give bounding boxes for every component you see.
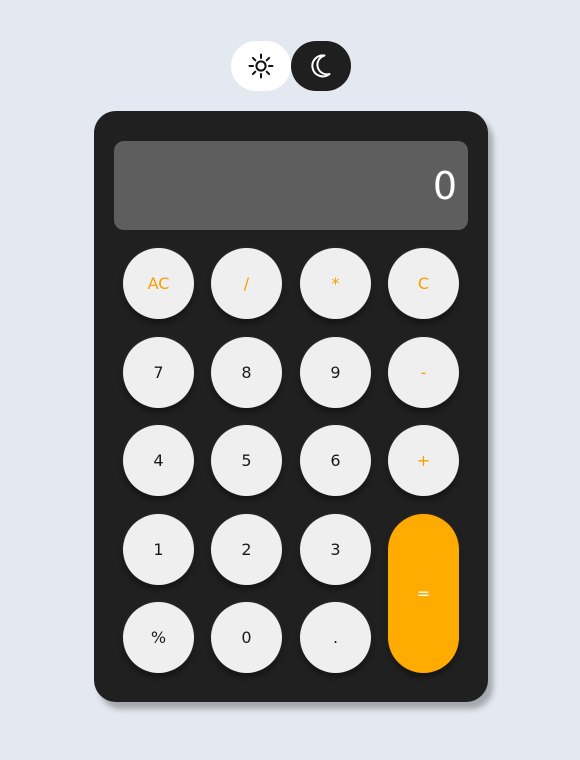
add-button[interactable]: + <box>388 425 459 496</box>
digit-8-button[interactable]: 8 <box>211 337 282 408</box>
light-theme-button[interactable] <box>231 41 291 91</box>
sun-icon <box>248 53 274 79</box>
digit-1-button[interactable]: 1 <box>123 514 194 585</box>
calculator: 0 AC / * C 7 8 9 - 4 5 6 + 1 2 3 = % 0 . <box>94 111 488 702</box>
digit-3-button[interactable]: 3 <box>300 514 371 585</box>
display: 0 <box>114 141 468 230</box>
digit-6-button[interactable]: 6 <box>300 425 371 496</box>
percent-button[interactable]: % <box>123 602 194 673</box>
digit-9-button[interactable]: 9 <box>300 337 371 408</box>
subtract-button[interactable]: - <box>388 337 459 408</box>
multiply-button[interactable]: * <box>300 248 371 319</box>
divide-button[interactable]: / <box>211 248 282 319</box>
equals-button[interactable]: = <box>388 514 459 673</box>
digit-2-button[interactable]: 2 <box>211 514 282 585</box>
digit-5-button[interactable]: 5 <box>211 425 282 496</box>
clear-button[interactable]: C <box>388 248 459 319</box>
theme-toggle <box>231 41 351 91</box>
digit-0-button[interactable]: 0 <box>211 602 282 673</box>
display-value: 0 <box>432 163 458 208</box>
all-clear-button[interactable]: AC <box>123 248 194 319</box>
digit-4-button[interactable]: 4 <box>123 425 194 496</box>
decimal-button[interactable]: . <box>300 602 371 673</box>
moon-icon <box>308 53 334 79</box>
digit-7-button[interactable]: 7 <box>123 337 194 408</box>
dark-theme-button[interactable] <box>291 41 351 91</box>
